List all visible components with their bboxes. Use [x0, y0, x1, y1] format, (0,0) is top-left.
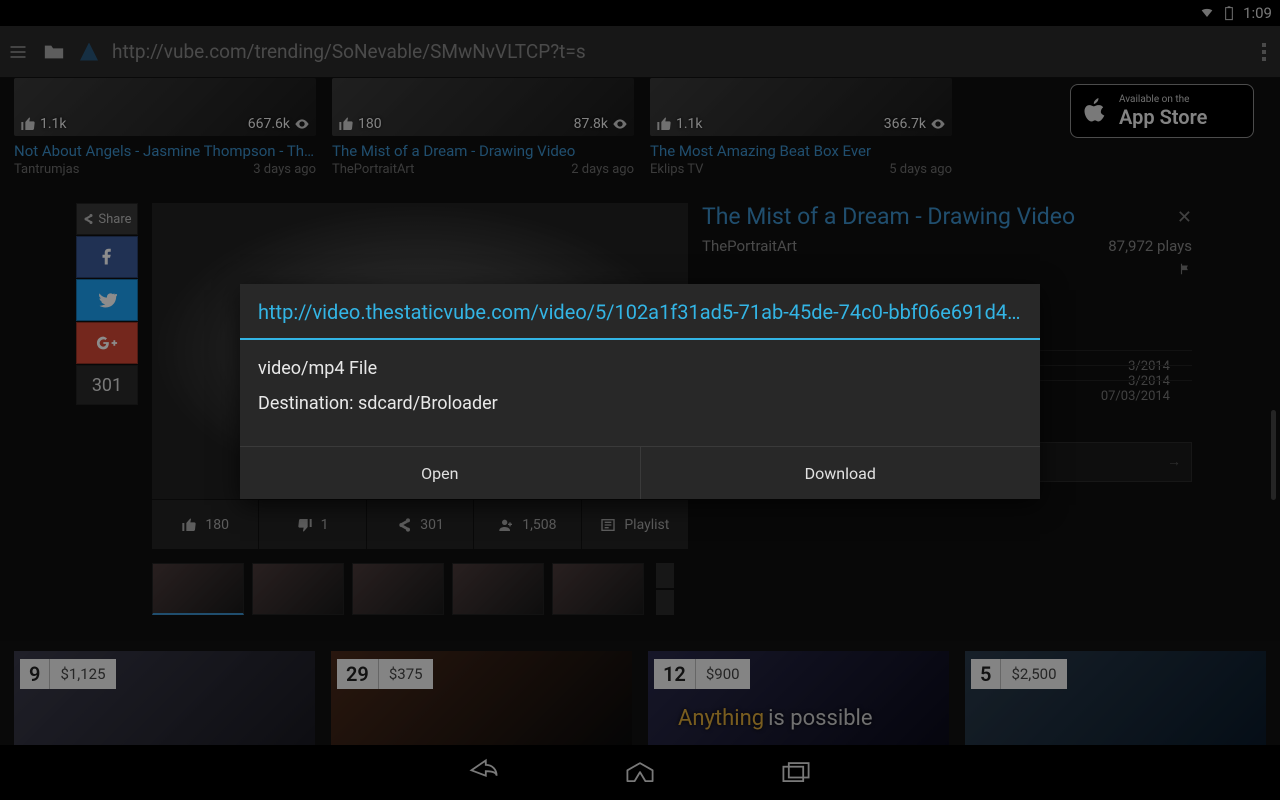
download-button[interactable]: Download — [641, 447, 1041, 499]
download-dialog: http://video.thestaticvube.com/video/5/1… — [240, 284, 1040, 499]
open-button[interactable]: Open — [240, 447, 641, 499]
dialog-url: http://video.thestaticvube.com/video/5/1… — [240, 284, 1040, 338]
dialog-destination: Destination: sdcard/Broloader — [258, 393, 1022, 414]
dialog-filetype: video/mp4 File — [258, 358, 1022, 379]
